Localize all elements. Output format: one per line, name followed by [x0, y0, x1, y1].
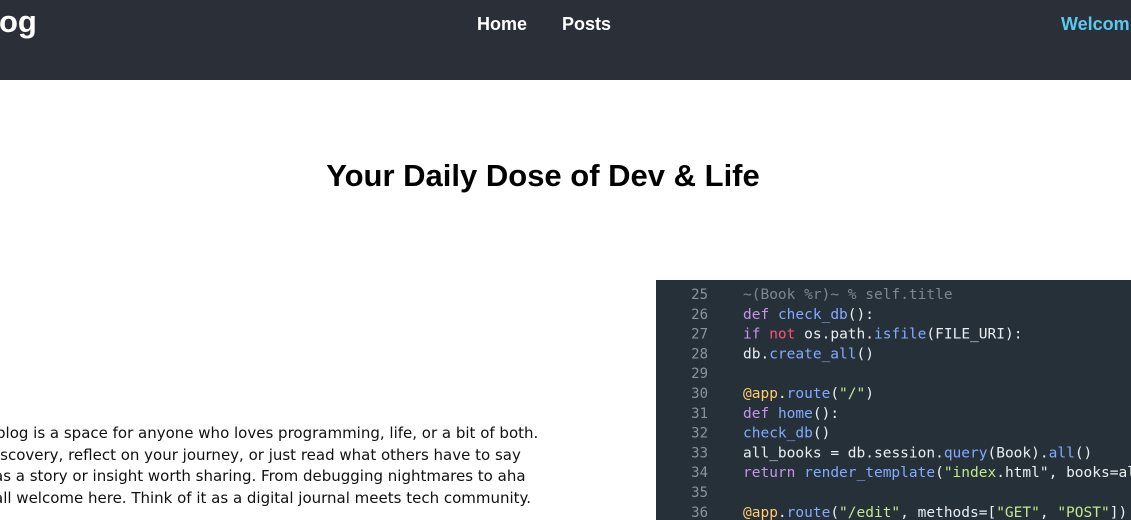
intro-line: blog is a space for anyone who loves pro…: [0, 424, 539, 442]
nav-link-home[interactable]: Home: [477, 14, 527, 35]
code-line-number: 25: [691, 287, 708, 303]
code-line-number: 26: [691, 307, 708, 323]
welcome-user-link[interactable]: Welcom: [1061, 14, 1130, 35]
code-line-text: if not os.path.isfile(FILE_URI):: [743, 327, 1022, 343]
code-line-number: 28: [691, 346, 708, 362]
code-line-text: return render_template("index.html", boo…: [743, 465, 1131, 481]
code-line-text: @app.route("/edit", methods=["GET", "POS…: [743, 505, 1127, 520]
code-line-text: def home():: [743, 406, 839, 422]
code-line-number: 33: [691, 445, 708, 461]
code-line-text: def check_db():: [743, 307, 874, 323]
code-image-canvas: 25 ~(Book %r)~ % self.title 26 def check_db…: [656, 280, 1131, 520]
code-line-text: ~(Book %r)~ % self.title: [743, 287, 953, 303]
intro-line: all welcome here. Think of it as a digit…: [0, 488, 532, 507]
code-line-text: db.create_all(): [743, 346, 874, 362]
nav-link-posts[interactable]: Posts: [562, 14, 611, 35]
code-line-text: @app.route("/"): [743, 386, 874, 402]
code-line-text: check_db(): [743, 426, 830, 442]
code-line-number: 29: [691, 366, 708, 382]
code-line-number: 36: [691, 505, 708, 520]
site-brand[interactable]: og: [0, 4, 37, 40]
code-line-number: 34: [691, 465, 708, 481]
code-line-number: 30: [691, 386, 708, 402]
code-screenshot-image: 25 ~(Book %r)~ % self.title 26 def check_db…: [656, 280, 1131, 520]
intro-line: iscovery, reflect on your journey, or ju…: [0, 445, 521, 464]
code-line-number: 32: [691, 426, 708, 442]
code-line-text: all_books = db.session.query(Book).all(): [743, 445, 1092, 461]
code-line-number: 31: [691, 406, 708, 422]
navbar: og Home Posts Welcom: [0, 0, 1131, 80]
intro-paragraph: blog is a space for anyone who loves pro…: [0, 423, 540, 509]
page-title: Your Daily Dose of Dev & Life: [326, 158, 760, 193]
intro-line: as a story or insight worth sharing. Fro…: [0, 467, 526, 485]
code-line-number: 27: [691, 327, 708, 343]
code-line-number: 35: [691, 485, 708, 501]
